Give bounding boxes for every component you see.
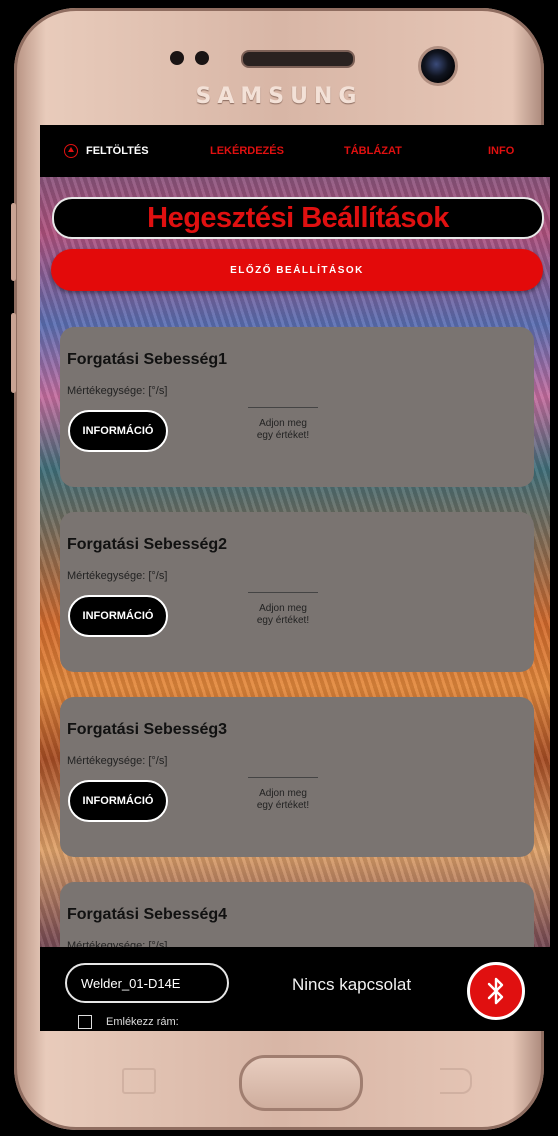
- device-name-input[interactable]: [65, 963, 229, 1003]
- card-title: Forgatási Sebesség4: [67, 906, 228, 923]
- value-placeholder: Adjon meg: [259, 788, 307, 799]
- home-button[interactable]: [239, 1055, 363, 1111]
- sensor-dot: [195, 51, 209, 65]
- tab-bar: FELTÖLTÉS LEKÉRDEZÉS TÁBLÁZAT INFO: [40, 125, 550, 177]
- tab-lekerdezes[interactable]: LEKÉRDEZÉS: [210, 145, 284, 157]
- tab-info[interactable]: INFO: [488, 145, 514, 157]
- earpiece-speaker: [241, 50, 355, 68]
- recent-apps-key[interactable]: [122, 1068, 156, 1094]
- sensor-dot: [170, 51, 184, 65]
- bluetooth-icon: [487, 977, 504, 1005]
- value-placeholder: Adjon meg: [259, 603, 307, 614]
- info-button[interactable]: INFORMÁCIÓ: [68, 595, 168, 637]
- value-placeholder: egy értéket!: [256, 800, 310, 811]
- value-placeholder: Adjon meg: [259, 418, 307, 429]
- info-button[interactable]: INFORMÁCIÓ: [68, 780, 168, 822]
- card-title: Forgatási Sebesség3: [67, 721, 228, 738]
- front-camera: [418, 46, 458, 86]
- value-placeholder: egy értéket!: [256, 615, 310, 626]
- card-title: Forgatási Sebesség2: [67, 536, 228, 553]
- volume-button: [11, 203, 16, 281]
- value-input[interactable]: Adjon meg egy értéket!: [248, 592, 318, 627]
- tab-tablazat[interactable]: TÁBLÁZAT: [344, 145, 402, 157]
- value-placeholder: egy értéket!: [256, 430, 310, 441]
- connection-status: Nincs kapcsolat: [292, 975, 412, 994]
- card-title: Forgatási Sebesség1: [67, 351, 228, 368]
- tab-label: LEKÉRDEZÉS: [210, 145, 284, 157]
- info-button[interactable]: INFORMÁCIÓ: [68, 410, 168, 452]
- card-unit: Mértékegysége: [°/s]: [67, 385, 168, 397]
- card-unit: Mértékegysége: [°/s]: [67, 570, 168, 582]
- page-title: Hegesztési Beállítások: [52, 197, 544, 239]
- remember-me[interactable]: Emlékezz rám:: [78, 1015, 179, 1029]
- tab-label: FELTÖLTÉS: [86, 145, 149, 157]
- volume-button-lower: [11, 313, 16, 393]
- bluetooth-button[interactable]: [467, 962, 525, 1020]
- value-input[interactable]: Adjon meg egy értéket!: [248, 407, 318, 442]
- setting-card: Forgatási Sebesség1 Mértékegysége: [°/s]…: [60, 327, 534, 487]
- card-unit: Mértékegysége: [°/s]: [67, 755, 168, 767]
- previous-settings-button[interactable]: ELŐZŐ BEÁLLÍTÁSOK: [51, 249, 543, 291]
- upload-icon: [64, 144, 78, 158]
- back-key[interactable]: [440, 1068, 472, 1094]
- remember-label: Emlékezz rám:: [106, 1016, 179, 1028]
- tab-label: TÁBLÁZAT: [344, 145, 402, 157]
- tab-feltoltes[interactable]: FELTÖLTÉS: [64, 144, 149, 158]
- tab-label: INFO: [488, 145, 515, 157]
- value-input[interactable]: Adjon meg egy értéket!: [248, 777, 318, 812]
- remember-checkbox[interactable]: [78, 1015, 92, 1029]
- setting-card: Forgatási Sebesség3 Mértékegysége: [°/s]…: [60, 697, 534, 857]
- bottom-bar: Nincs kapcsolat Emlékezz rám:: [40, 947, 550, 1031]
- brand-logo: SAMSUNG: [195, 84, 363, 109]
- app-screen: FELTÖLTÉS LEKÉRDEZÉS TÁBLÁZAT INFO Heges…: [40, 125, 550, 1031]
- setting-card: Forgatási Sebesség2 Mértékegysége: [°/s]…: [60, 512, 534, 672]
